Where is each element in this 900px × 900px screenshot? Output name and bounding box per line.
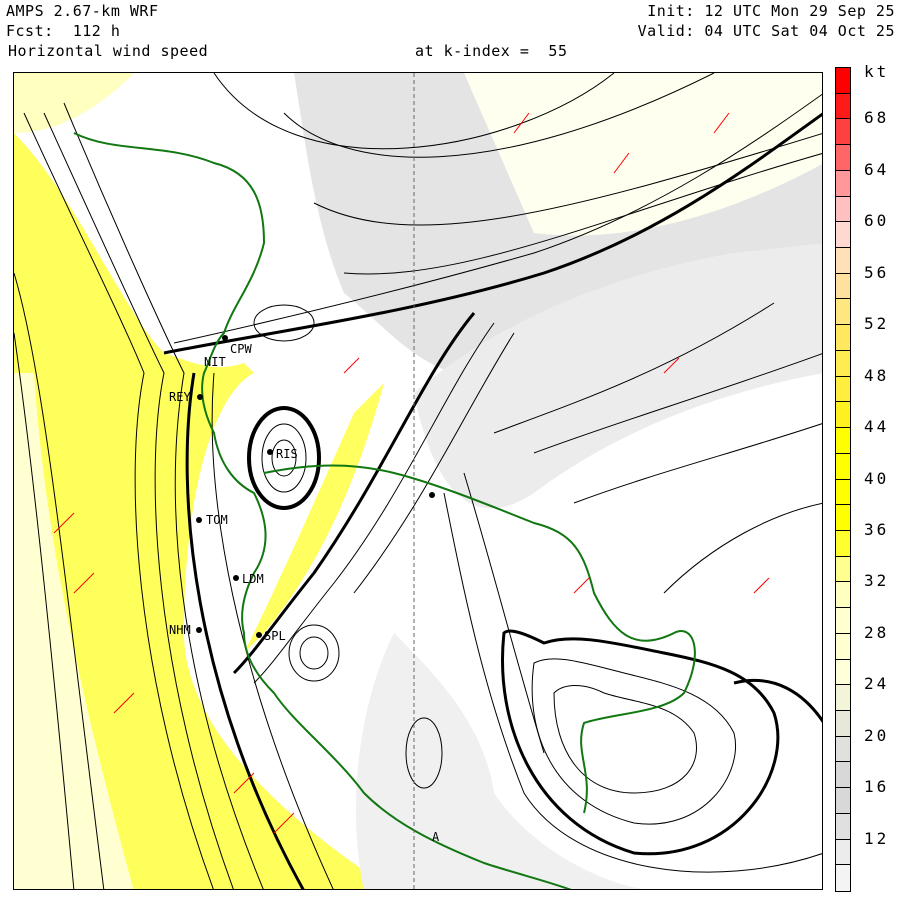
colorbar-cell [835,684,851,711]
colorbar-cell [835,324,851,351]
colorbar-cell [835,169,851,197]
colorbar-cell [835,478,851,506]
colorbar-cell [835,555,851,583]
colorbar-label: 28 [864,622,890,642]
colorbar-cell [835,401,851,429]
colorbar-cell [835,144,851,171]
colorbar-cell [835,632,851,660]
colorbar-label: 12 [864,828,890,848]
colorbar-cell [835,812,851,840]
colorbar-label: 44 [864,417,890,437]
colorbar-label: 60 [864,211,890,231]
colorbar-cell [835,349,851,377]
colorbar-cell [835,375,851,403]
colorbar-cell [835,658,851,686]
colorbar-cell [835,298,851,326]
colorbar-label: 56 [864,262,890,282]
colorbar-label: 36 [864,519,890,539]
station-nit: NIT [204,355,226,369]
valid-time: Valid: 04 UTC Sat 04 Oct 25 [637,22,895,40]
station-spl: SPL [264,629,286,643]
forecast-hour: Fcst: 112 h [6,22,121,40]
station-nhm: NHM [169,623,191,637]
colorbar-cell [835,67,851,94]
colorbar-cell [835,607,851,634]
colorbar-cell [835,92,851,120]
station-ris: RIS [276,447,298,461]
colorbar-label: 32 [864,571,890,591]
colorbar-cell [835,118,851,146]
colorbar-cell [835,787,851,814]
colorbar-cell [835,504,851,531]
station-rey: REY [169,390,191,404]
colorbar-cell [835,221,851,249]
colorbar [835,67,851,892]
colorbar-cell [835,247,851,274]
colorbar-label: 16 [864,777,890,797]
model-title: AMPS 2.67-km WRF [6,2,159,20]
station-cpw: CPW [230,342,252,356]
station-tom: TOM [206,513,228,527]
colorbar-cell [835,452,851,480]
colorbar-cell [835,195,851,223]
colorbar-label: 24 [864,674,890,694]
colorbar-label: 40 [864,468,890,488]
colorbar-cell [835,709,851,737]
station-ldm: LDM [242,572,264,586]
level-label: at k-index = 55 [415,42,568,60]
init-time: Init: 12 UTC Mon 29 Sep 25 [647,2,895,20]
colorbar-label: 20 [864,725,890,745]
colorbar-unit: kt [864,62,890,81]
colorbar-cell [835,761,851,789]
colorbar-label: 68 [864,108,890,128]
station-a: A [432,830,440,844]
colorbar-cell [835,864,851,892]
colorbar-cell [835,529,851,557]
map-canvas: CPW NIT REY RIS TOM LDM NHM SPL A [14,73,822,889]
colorbar-label: 64 [864,159,890,179]
colorbar-label: 48 [864,365,890,385]
colorbar-cell [835,838,851,866]
colorbar-cell [835,581,851,609]
colorbar-cell [835,272,851,300]
colorbar-cell [835,735,851,763]
colorbar-cell [835,427,851,454]
field-name: Horizontal wind speed [8,42,209,60]
wind-speed-map: CPW NIT REY RIS TOM LDM NHM SPL A [13,72,823,890]
colorbar-label: 52 [864,314,890,334]
